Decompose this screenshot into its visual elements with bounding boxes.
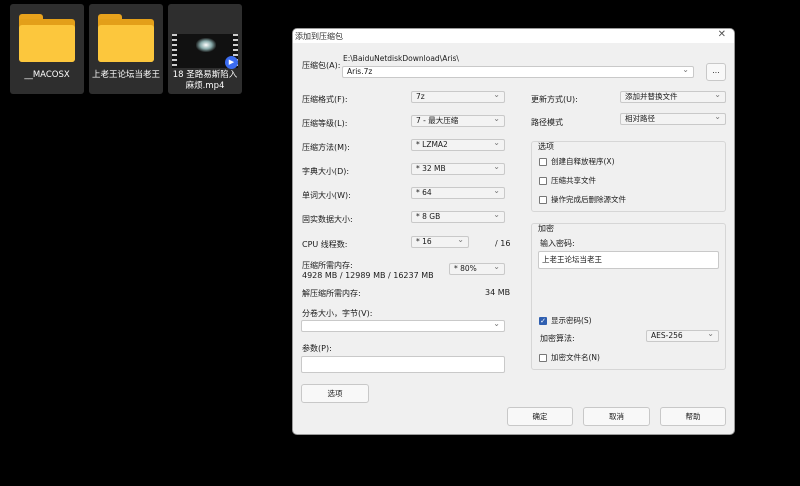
params-input[interactable] [301, 356, 505, 373]
method-label: 压缩方法(M): [302, 143, 350, 152]
desktop-item-label: __MACOSX [24, 70, 70, 80]
cpu-label: CPU 线程数: [302, 240, 348, 249]
delete-source-checkbox[interactable]: 操作完成后删除源文件 [539, 194, 626, 205]
mem-compress-label: 压缩所需内存: [302, 261, 353, 270]
level-select[interactable]: 7 - 最大压缩 [411, 114, 505, 127]
password-label: 输入密码: [540, 239, 575, 248]
archive-label: 压缩包(A): [302, 61, 341, 70]
level-label: 压缩等级(L): [302, 119, 348, 128]
mem-decompress-value: 34 MB [485, 288, 511, 297]
sfx-checkbox[interactable]: 创建自释放程序(X) [539, 156, 615, 167]
dict-label: 字典大小(D): [302, 167, 350, 176]
desktop-item-label: 18 圣路易斯陷入麻烦.mp4 [172, 70, 238, 91]
dialog-titlebar: 添加到压缩包 ✕ [293, 29, 734, 43]
play-icon: ▶ [225, 56, 238, 69]
format-select[interactable]: 7z [411, 90, 505, 103]
path-mode-label: 路径模式 [531, 118, 563, 127]
delete-source-checkbox-label: 操作完成后删除源文件 [551, 195, 626, 204]
options-group-title: 选项 [538, 142, 554, 151]
password-input[interactable]: 上老王论坛当老王 [538, 251, 719, 269]
show-password-label: 显示密码(S) [551, 316, 592, 325]
desktop-folder-macosx[interactable]: __MACOSX [10, 4, 84, 94]
solid-select[interactable]: * 8 GB [411, 210, 505, 223]
shared-checkbox-label: 压缩共享文件 [551, 176, 596, 185]
ok-button[interactable]: 确定 [507, 407, 573, 426]
archive-path: E:\BaiduNetdiskDownload\Aris\ [343, 54, 459, 63]
sfx-checkbox-label: 创建自释放程序(X) [551, 157, 615, 166]
dialog-title: 添加到压缩包 [295, 32, 343, 41]
update-select[interactable]: 添加并替换文件 [620, 90, 726, 103]
mem-decompress-label: 解压缩所需内存: [302, 289, 361, 298]
folder-icon [19, 14, 75, 62]
format-label: 压缩格式(F): [302, 95, 348, 104]
cpu-total: / 16 [495, 239, 511, 248]
split-combobox[interactable] [301, 319, 505, 332]
checkbox-icon [539, 353, 547, 362]
dict-select[interactable]: * 32 MB [411, 162, 505, 175]
encryption-group: 加密 输入密码: 上老王论坛当老王 ✓ 显示密码(S) 加密算法: AES-256… [531, 223, 726, 370]
options-button[interactable]: 选项 [301, 384, 369, 403]
folder-icon [98, 14, 154, 62]
checkbox-icon [539, 195, 547, 204]
encryption-group-title: 加密 [538, 224, 554, 233]
params-label: 参数(P): [302, 344, 332, 353]
update-label: 更新方式(U): [531, 95, 578, 104]
encrypt-names-checkbox[interactable]: 加密文件名(N) [539, 352, 600, 363]
checkbox-icon [539, 176, 547, 185]
word-label: 单词大小(W): [302, 191, 351, 200]
desktop-video-file[interactable]: ▶ 18 圣路易斯陷入麻烦.mp4 [168, 4, 242, 94]
desktop-item-label: 上老王论坛当老王 [91, 70, 160, 80]
browse-button[interactable]: ... [706, 63, 726, 81]
close-icon[interactable]: ✕ [718, 29, 726, 40]
method-select[interactable]: * LZMA2 [411, 138, 505, 151]
options-group: 选项 创建自释放程序(X) 压缩共享文件 操作完成后删除源文件 [531, 141, 726, 212]
split-label: 分卷大小，字节(V): [302, 309, 373, 318]
encrypt-names-label: 加密文件名(N) [551, 353, 600, 362]
path-mode-select[interactable]: 相对路径 [620, 112, 726, 125]
help-button[interactable]: 帮助 [660, 407, 726, 426]
cancel-button[interactable]: 取消 [583, 407, 650, 426]
archive-name-combobox[interactable]: Aris.7z [342, 65, 694, 78]
check-icon: ✓ [539, 316, 547, 325]
mem-percent-select[interactable]: * 80% [449, 262, 505, 275]
word-select[interactable]: * 64 [411, 186, 505, 199]
shared-checkbox[interactable]: 压缩共享文件 [539, 175, 596, 186]
add-to-archive-dialog: 添加到压缩包 ✕ 压缩包(A): E:\BaiduNetdiskDownload… [292, 28, 735, 435]
checkbox-icon [539, 157, 547, 166]
cpu-select[interactable]: * 16 [411, 235, 469, 248]
solid-label: 固实数据大小: [302, 215, 353, 224]
show-password-checkbox[interactable]: ✓ 显示密码(S) [539, 315, 592, 326]
encrypt-method-select[interactable]: AES-256 [646, 329, 719, 342]
mem-compress-detail: 4928 MB / 12989 MB / 16237 MB [302, 271, 434, 280]
encrypt-method-label: 加密算法: [540, 334, 575, 343]
desktop-folder-laowang[interactable]: 上老王论坛当老王 [89, 4, 163, 94]
